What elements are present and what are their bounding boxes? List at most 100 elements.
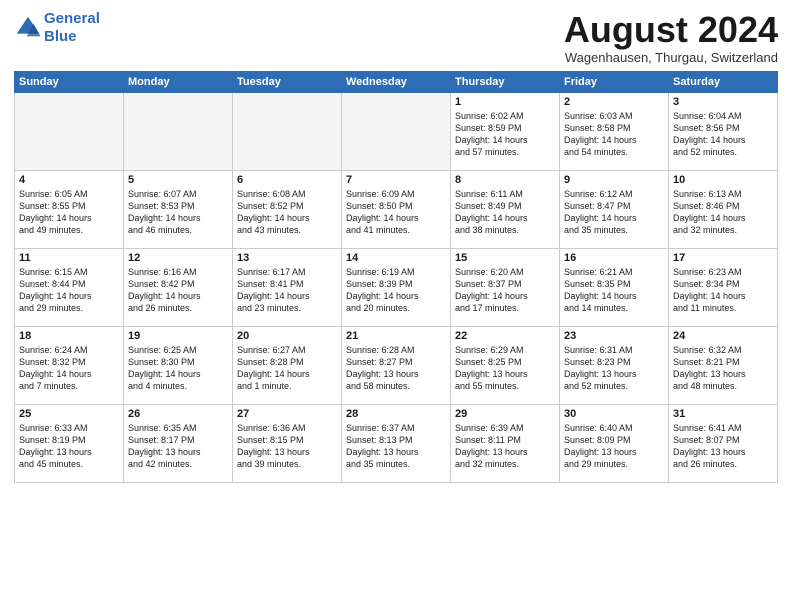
cell-info: Sunrise: 6:29 AM Sunset: 8:25 PM Dayligh… xyxy=(455,344,555,393)
day-number: 18 xyxy=(19,330,119,342)
day-number: 10 xyxy=(673,174,773,186)
cell-info: Sunrise: 6:37 AM Sunset: 8:13 PM Dayligh… xyxy=(346,422,446,471)
col-monday: Monday xyxy=(124,71,233,92)
month-title: August 2024 xyxy=(564,10,778,50)
cell-info: Sunrise: 6:27 AM Sunset: 8:28 PM Dayligh… xyxy=(237,344,337,393)
calendar-cell: 31 Sunrise: 6:41 AM Sunset: 8:07 PM Dayli… xyxy=(669,404,778,482)
day-number: 13 xyxy=(237,252,337,264)
day-number: 11 xyxy=(19,252,119,264)
day-number: 26 xyxy=(128,408,228,420)
cell-info: Sunrise: 6:40 AM Sunset: 8:09 PM Dayligh… xyxy=(564,422,664,471)
cell-info: Sunrise: 6:12 AM Sunset: 8:47 PM Dayligh… xyxy=(564,188,664,237)
calendar-cell: 4 Sunrise: 6:05 AM Sunset: 8:55 PM Daylig… xyxy=(15,170,124,248)
calendar-cell: 14 Sunrise: 6:19 AM Sunset: 8:39 PM Dayli… xyxy=(342,248,451,326)
calendar-cell xyxy=(342,92,451,170)
calendar-cell: 18Sunrise: 6:24 AM Sunset: 8:32 PM Dayli… xyxy=(15,326,124,404)
cell-info: Sunrise: 6:32 AM Sunset: 8:21 PM Dayligh… xyxy=(673,344,773,393)
cell-info: Sunrise: 6:02 AM Sunset: 8:59 PM Dayligh… xyxy=(455,110,555,159)
day-number: 7 xyxy=(346,174,446,186)
calendar-cell xyxy=(233,92,342,170)
calendar-cell: 30 Sunrise: 6:40 AM Sunset: 8:09 PM Dayli… xyxy=(560,404,669,482)
cell-info: Sunrise: 6:33 AM Sunset: 8:19 PM Dayligh… xyxy=(19,422,119,471)
day-number: 3 xyxy=(673,96,773,108)
calendar-week-3: 18Sunrise: 6:24 AM Sunset: 8:32 PM Dayli… xyxy=(15,326,778,404)
day-number: 8 xyxy=(455,174,555,186)
calendar-cell: 22 Sunrise: 6:29 AM Sunset: 8:25 PM Dayli… xyxy=(451,326,560,404)
location: Wagenhausen, Thurgau, Switzerland xyxy=(564,50,778,65)
day-number: 16 xyxy=(564,252,664,264)
calendar-week-2: 11Sunrise: 6:15 AM Sunset: 8:44 PM Dayli… xyxy=(15,248,778,326)
calendar-week-1: 4 Sunrise: 6:05 AM Sunset: 8:55 PM Daylig… xyxy=(15,170,778,248)
cell-info: Sunrise: 6:05 AM Sunset: 8:55 PM Dayligh… xyxy=(19,188,119,237)
day-number: 5 xyxy=(128,174,228,186)
calendar-cell: 28Sunrise: 6:37 AM Sunset: 8:13 PM Dayli… xyxy=(342,404,451,482)
calendar-cell: 16Sunrise: 6:21 AM Sunset: 8:35 PM Dayli… xyxy=(560,248,669,326)
day-number: 20 xyxy=(237,330,337,342)
calendar-cell xyxy=(15,92,124,170)
day-number: 25 xyxy=(19,408,119,420)
day-number: 9 xyxy=(564,174,664,186)
day-number: 4 xyxy=(19,174,119,186)
logo: General Blue xyxy=(14,10,100,46)
logo-text: General Blue xyxy=(44,10,100,46)
logo-line1: General xyxy=(44,10,100,27)
day-number: 24 xyxy=(673,330,773,342)
day-number: 2 xyxy=(564,96,664,108)
day-number: 17 xyxy=(673,252,773,264)
calendar-cell: 21Sunrise: 6:28 AM Sunset: 8:27 PM Dayli… xyxy=(342,326,451,404)
calendar-cell: 9 Sunrise: 6:12 AM Sunset: 8:47 PM Daylig… xyxy=(560,170,669,248)
day-number: 12 xyxy=(128,252,228,264)
col-friday: Friday xyxy=(560,71,669,92)
calendar-cell: 13Sunrise: 6:17 AM Sunset: 8:41 PM Dayli… xyxy=(233,248,342,326)
cell-info: Sunrise: 6:08 AM Sunset: 8:52 PM Dayligh… xyxy=(237,188,337,237)
calendar-cell: 26 Sunrise: 6:35 AM Sunset: 8:17 PM Dayli… xyxy=(124,404,233,482)
page: General Blue August 2024 Wagenhausen, Th… xyxy=(0,0,792,612)
calendar-cell: 25 Sunrise: 6:33 AM Sunset: 8:19 PM Dayli… xyxy=(15,404,124,482)
calendar-cell: 5 Sunrise: 6:07 AM Sunset: 8:53 PM Daylig… xyxy=(124,170,233,248)
cell-info: Sunrise: 6:35 AM Sunset: 8:17 PM Dayligh… xyxy=(128,422,228,471)
calendar-week-4: 25 Sunrise: 6:33 AM Sunset: 8:19 PM Dayli… xyxy=(15,404,778,482)
col-sunday: Sunday xyxy=(15,71,124,92)
calendar-header-row: Sunday Monday Tuesday Wednesday Thursday… xyxy=(15,71,778,92)
day-number: 27 xyxy=(237,408,337,420)
title-block: August 2024 Wagenhausen, Thurgau, Switze… xyxy=(564,10,778,65)
calendar-cell: 17 Sunrise: 6:23 AM Sunset: 8:34 PM Dayli… xyxy=(669,248,778,326)
calendar-week-0: 1 Sunrise: 6:02 AM Sunset: 8:59 PM Daylig… xyxy=(15,92,778,170)
calendar-cell xyxy=(124,92,233,170)
calendar-cell: 20 Sunrise: 6:27 AM Sunset: 8:28 PM Dayli… xyxy=(233,326,342,404)
day-number: 1 xyxy=(455,96,555,108)
day-number: 30 xyxy=(564,408,664,420)
calendar-cell: 29Sunrise: 6:39 AM Sunset: 8:11 PM Dayli… xyxy=(451,404,560,482)
day-number: 31 xyxy=(673,408,773,420)
calendar-cell: 23Sunrise: 6:31 AM Sunset: 8:23 PM Dayli… xyxy=(560,326,669,404)
cell-info: Sunrise: 6:19 AM Sunset: 8:39 PM Dayligh… xyxy=(346,266,446,315)
calendar-cell: 12Sunrise: 6:16 AM Sunset: 8:42 PM Dayli… xyxy=(124,248,233,326)
cell-info: Sunrise: 6:07 AM Sunset: 8:53 PM Dayligh… xyxy=(128,188,228,237)
calendar: Sunday Monday Tuesday Wednesday Thursday… xyxy=(14,71,778,483)
calendar-cell: 1 Sunrise: 6:02 AM Sunset: 8:59 PM Daylig… xyxy=(451,92,560,170)
day-number: 6 xyxy=(237,174,337,186)
day-number: 23 xyxy=(564,330,664,342)
calendar-cell: 11Sunrise: 6:15 AM Sunset: 8:44 PM Dayli… xyxy=(15,248,124,326)
cell-info: Sunrise: 6:23 AM Sunset: 8:34 PM Dayligh… xyxy=(673,266,773,315)
header: General Blue August 2024 Wagenhausen, Th… xyxy=(14,10,778,65)
calendar-cell: 7 Sunrise: 6:09 AM Sunset: 8:50 PM Daylig… xyxy=(342,170,451,248)
cell-info: Sunrise: 6:04 AM Sunset: 8:56 PM Dayligh… xyxy=(673,110,773,159)
calendar-cell: 8 Sunrise: 6:11 AM Sunset: 8:49 PM Daylig… xyxy=(451,170,560,248)
cell-info: Sunrise: 6:36 AM Sunset: 8:15 PM Dayligh… xyxy=(237,422,337,471)
cell-info: Sunrise: 6:25 AM Sunset: 8:30 PM Dayligh… xyxy=(128,344,228,393)
day-number: 22 xyxy=(455,330,555,342)
cell-info: Sunrise: 6:41 AM Sunset: 8:07 PM Dayligh… xyxy=(673,422,773,471)
col-tuesday: Tuesday xyxy=(233,71,342,92)
col-thursday: Thursday xyxy=(451,71,560,92)
day-number: 14 xyxy=(346,252,446,264)
cell-info: Sunrise: 6:09 AM Sunset: 8:50 PM Dayligh… xyxy=(346,188,446,237)
day-number: 29 xyxy=(455,408,555,420)
cell-info: Sunrise: 6:11 AM Sunset: 8:49 PM Dayligh… xyxy=(455,188,555,237)
col-saturday: Saturday xyxy=(669,71,778,92)
calendar-cell: 24 Sunrise: 6:32 AM Sunset: 8:21 PM Dayli… xyxy=(669,326,778,404)
calendar-cell: 15Sunrise: 6:20 AM Sunset: 8:37 PM Dayli… xyxy=(451,248,560,326)
calendar-cell: 19Sunrise: 6:25 AM Sunset: 8:30 PM Dayli… xyxy=(124,326,233,404)
day-number: 15 xyxy=(455,252,555,264)
calendar-cell: 2Sunrise: 6:03 AM Sunset: 8:58 PM Daylig… xyxy=(560,92,669,170)
